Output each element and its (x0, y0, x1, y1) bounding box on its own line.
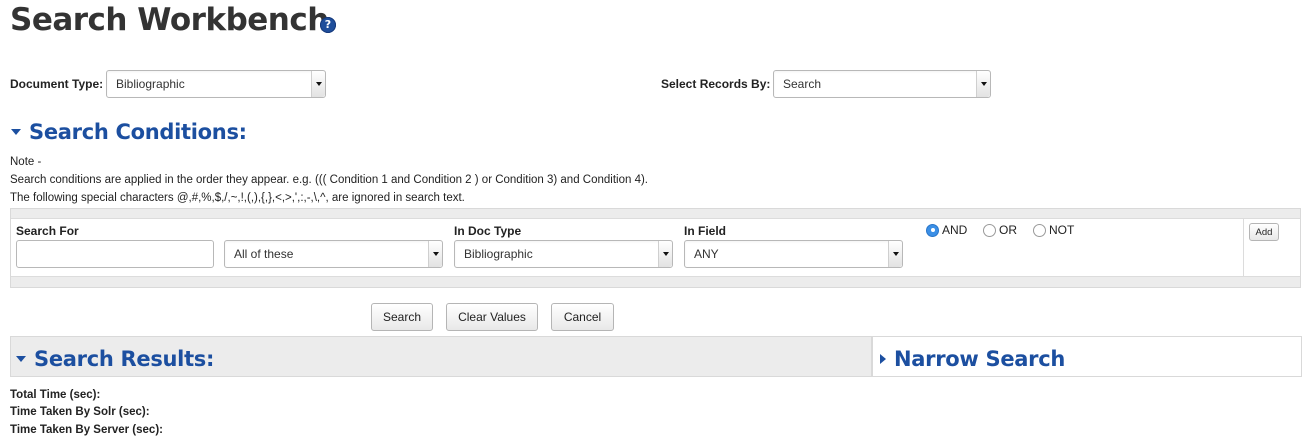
clear-values-button[interactable]: Clear Values (446, 303, 538, 331)
help-icon[interactable]: ? (320, 17, 336, 33)
select-records-label: Select Records By: (661, 77, 771, 91)
chevron-down-icon (311, 71, 325, 97)
note-title: Note - (10, 156, 42, 168)
search-text-input[interactable] (16, 240, 214, 268)
field-select[interactable]: ANY (684, 240, 903, 268)
page-title: Search Workbench (10, 2, 329, 38)
document-type-select[interactable]: Bibliographic (106, 70, 326, 98)
radio-unselected-icon (1033, 223, 1046, 237)
note-line-special-chars: The following special characters @,#,%,$… (10, 192, 465, 204)
chevron-down-icon (428, 241, 442, 267)
in-doc-type-header: In Doc Type (454, 224, 522, 238)
add-condition-button[interactable]: Add (1249, 223, 1279, 241)
document-type-value: Bibliographic (116, 77, 185, 91)
in-field-header: In Field (684, 224, 726, 238)
match-option-select[interactable]: All of these (224, 240, 443, 268)
chevron-down-icon (976, 71, 990, 97)
radio-not-label: NOT (1049, 223, 1075, 237)
select-records-value: Search (783, 77, 822, 91)
search-conditions-toggle[interactable]: Search Conditions: (11, 120, 247, 144)
search-results-heading: Search Results: (34, 347, 215, 371)
search-results-toggle[interactable]: Search Results: (16, 347, 214, 371)
collapse-triangle-icon (11, 129, 21, 135)
chevron-down-icon (658, 241, 672, 267)
search-for-header: Search For (16, 224, 79, 238)
search-conditions-heading: Search Conditions: (29, 120, 247, 144)
radio-selected-icon (926, 223, 939, 237)
cancel-button[interactable]: Cancel (551, 303, 614, 331)
narrow-search-heading: Narrow Search (894, 347, 1065, 371)
radio-and[interactable]: AND (926, 223, 967, 237)
search-button[interactable]: Search (371, 303, 433, 331)
radio-or-label: OR (999, 223, 1017, 237)
match-option-value: All of these (234, 247, 294, 261)
server-time-label: Time Taken By Server (sec): (10, 424, 163, 436)
chevron-down-icon (888, 241, 902, 267)
narrow-search-toggle[interactable]: Narrow Search (880, 347, 1065, 371)
collapse-triangle-icon (16, 356, 26, 362)
doc-type-select[interactable]: Bibliographic (454, 240, 673, 268)
expand-triangle-icon (880, 354, 886, 364)
radio-or[interactable]: OR (983, 223, 1017, 237)
radio-not[interactable]: NOT (1033, 223, 1074, 237)
doc-type-value: Bibliographic (464, 247, 533, 261)
field-value: ANY (694, 247, 719, 261)
solr-time-label: Time Taken By Solr (sec): (10, 406, 150, 418)
radio-unselected-icon (983, 223, 996, 237)
note-line-order: Search conditions are applied in the ord… (10, 174, 649, 186)
total-time-label: Total Time (sec): (10, 389, 101, 401)
select-records-select[interactable]: Search (773, 70, 991, 98)
radio-and-label: AND (942, 223, 968, 237)
document-type-label: Document Type: (10, 77, 104, 91)
